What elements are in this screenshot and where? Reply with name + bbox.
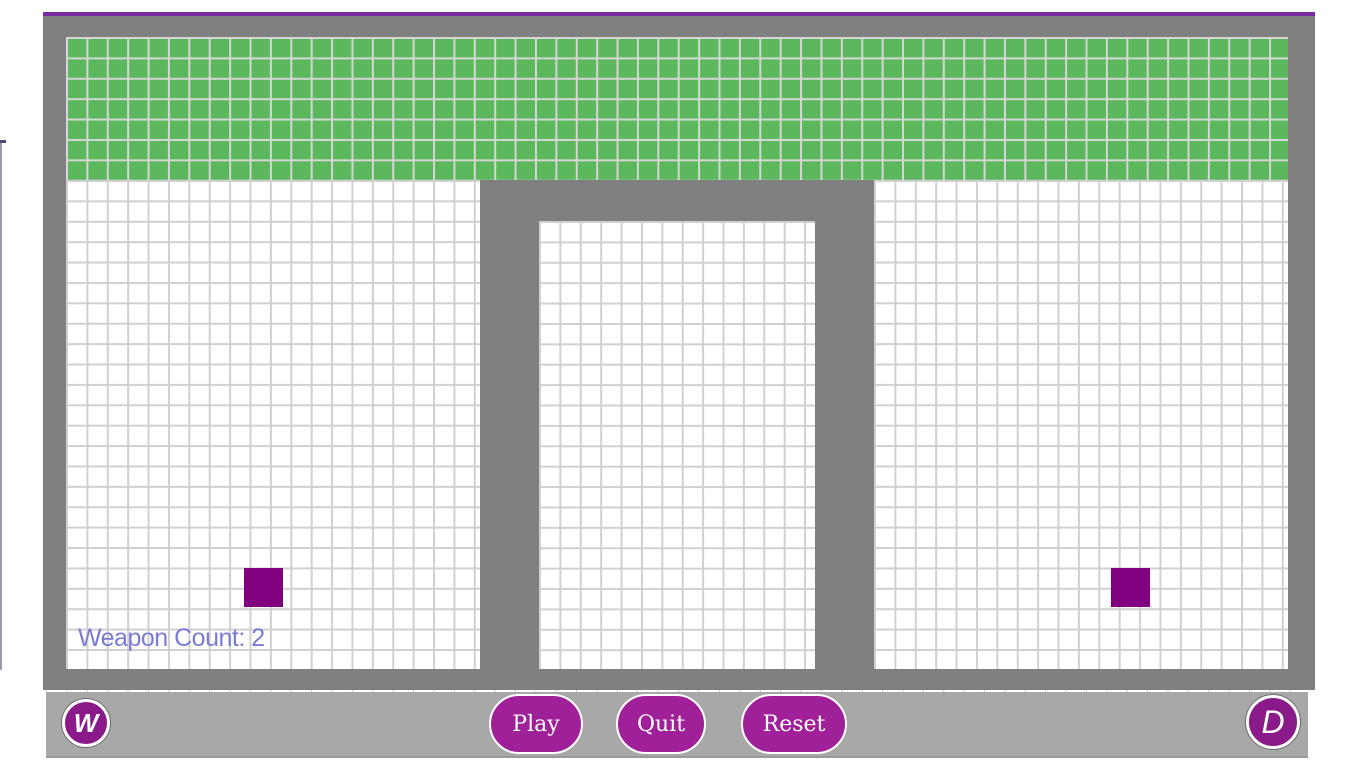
- play-button[interactable]: Play: [489, 694, 583, 754]
- reset-button[interactable]: Reset: [741, 694, 847, 754]
- w-key-button[interactable]: W: [62, 699, 110, 747]
- player-token-right[interactable]: [1111, 568, 1150, 607]
- quit-button[interactable]: Quit: [616, 694, 706, 754]
- left-edge-divider: [0, 140, 2, 670]
- right-field[interactable]: [874, 180, 1288, 669]
- left-edge-tick: [0, 140, 6, 143]
- w-key-label: W: [73, 707, 99, 738]
- weapon-count-text: Weapon Count: 2: [78, 624, 265, 652]
- grass-zone: [66, 37, 1288, 180]
- player-token-left[interactable]: [244, 568, 283, 607]
- d-key-button[interactable]: D: [1246, 695, 1300, 749]
- d-key-label: D: [1261, 703, 1285, 740]
- center-field[interactable]: [539, 221, 815, 669]
